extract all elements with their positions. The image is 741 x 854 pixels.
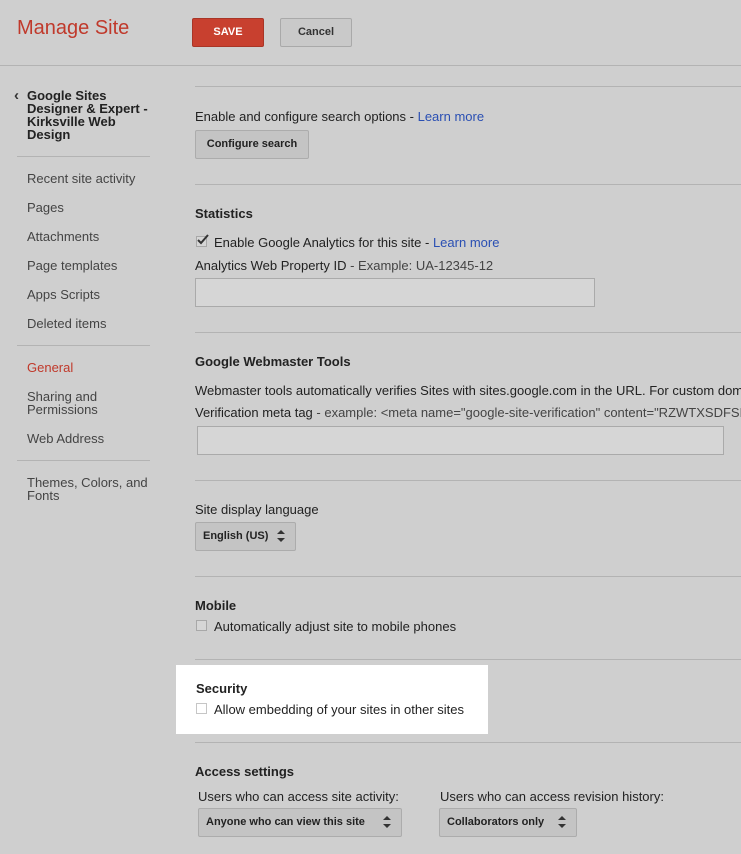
- sidebar-item-web-address[interactable]: Web Address: [27, 432, 104, 445]
- save-button[interactable]: SAVE: [192, 18, 264, 47]
- chevron-left-icon: ‹: [14, 87, 19, 104]
- search-description: Enable and configure search options - Le…: [195, 109, 484, 124]
- select-arrows-icon: [277, 530, 285, 542]
- activity-access-select[interactable]: Anyone who can view this site: [198, 808, 402, 837]
- section-divider: [195, 332, 741, 333]
- site-name: Google Sites Designer & Expert - Kirksvi…: [27, 88, 148, 142]
- sidebar-item-page-templates[interactable]: Page templates: [27, 259, 117, 272]
- verification-text: Verification meta tag: [195, 405, 313, 420]
- section-divider: [195, 86, 741, 87]
- security-highlight: [176, 665, 488, 734]
- sidebar-item-pages[interactable]: Pages: [27, 201, 64, 214]
- analytics-learn-more-link[interactable]: Learn more: [433, 235, 499, 250]
- analytics-label: Enable Google Analytics for this site - …: [214, 235, 499, 250]
- sidebar-item-deleted-items[interactable]: Deleted items: [27, 317, 106, 330]
- section-divider: [195, 659, 741, 660]
- select-arrows-icon: [558, 816, 566, 828]
- analytics-checkbox-label: Enable Google Analytics for this site -: [214, 235, 433, 250]
- mobile-checkbox-label: Automatically adjust site to mobile phon…: [214, 619, 457, 634]
- sidebar-item-apps-scripts[interactable]: Apps Scripts: [27, 288, 100, 301]
- sidebar-item-attachments[interactable]: Attachments: [27, 230, 99, 243]
- verification-label: Verification meta tag - example: <meta n…: [195, 405, 741, 420]
- revision-access-select[interactable]: Collaborators only: [439, 808, 577, 837]
- search-text: Enable and configure search options -: [195, 109, 418, 124]
- embedding-checkbox-label: Allow embedding of your sites in other s…: [214, 702, 465, 717]
- sidebar-item-sharing[interactable]: Sharing and Permissions: [27, 390, 142, 416]
- sidebar-item-themes[interactable]: Themes, Colors, and Fonts: [27, 476, 155, 502]
- section-divider: [195, 184, 741, 185]
- activity-access-selected: Anyone who can view this site: [206, 816, 365, 828]
- header-divider: [0, 65, 741, 66]
- revision-access-label: Users who can access revision history:: [440, 789, 664, 804]
- section-divider: [195, 480, 741, 481]
- checkmark-icon: [197, 234, 209, 245]
- webmaster-heading: Google Webmaster Tools: [195, 354, 351, 369]
- language-select[interactable]: English (US): [195, 522, 296, 551]
- property-id-text: Analytics Web Property ID: [195, 258, 347, 273]
- property-id-input[interactable]: [195, 278, 595, 307]
- activity-access-label: Users who can access site activity:: [198, 789, 399, 804]
- sidebar-divider: [17, 156, 150, 157]
- revision-access-selected: Collaborators only: [447, 816, 545, 828]
- verification-input[interactable]: [197, 426, 724, 455]
- sidebar-item-recent-activity[interactable]: Recent site activity: [27, 172, 135, 185]
- cancel-button[interactable]: Cancel: [280, 18, 352, 47]
- mobile-heading: Mobile: [195, 598, 237, 613]
- security-heading: Security: [196, 681, 248, 696]
- language-selected: English (US): [203, 530, 269, 542]
- section-divider: [195, 576, 741, 577]
- language-label: Site display language: [195, 502, 319, 517]
- mobile-checkbox[interactable]: [196, 620, 207, 631]
- sidebar-divider: [17, 345, 150, 346]
- property-id-example: - Example: UA-12345-12: [346, 258, 494, 273]
- sidebar-divider: [17, 460, 150, 461]
- configure-search-button[interactable]: Configure search: [195, 130, 309, 159]
- search-learn-more-link[interactable]: Learn more: [418, 109, 484, 124]
- verification-example: - example: <meta name="google-site-verif…: [312, 405, 741, 420]
- embedding-checkbox[interactable]: [196, 703, 207, 714]
- property-id-label: Analytics Web Property ID - Example: UA-…: [195, 258, 493, 273]
- section-divider: [195, 742, 741, 743]
- page-title: Manage Site: [17, 17, 130, 39]
- analytics-checkbox[interactable]: [196, 234, 209, 247]
- sidebar-item-general[interactable]: General: [27, 361, 73, 374]
- webmaster-description: Webmaster tools automatically verifies S…: [195, 383, 741, 398]
- access-heading: Access settings: [195, 764, 294, 779]
- select-arrows-icon: [383, 816, 391, 828]
- statistics-heading: Statistics: [195, 206, 253, 221]
